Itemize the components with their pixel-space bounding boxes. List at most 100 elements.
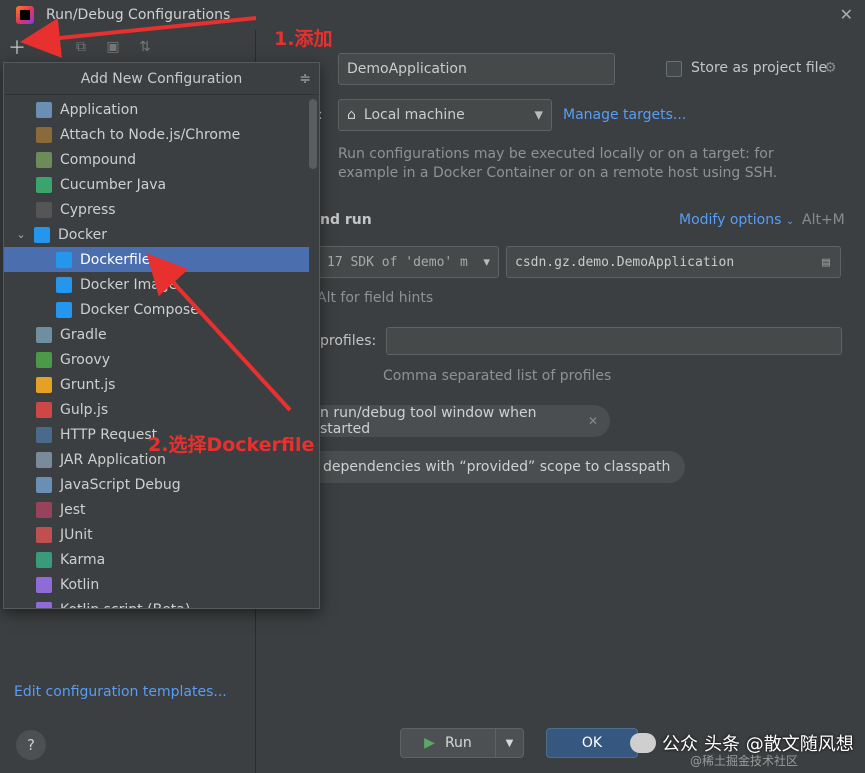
config-type-gradle[interactable]: Gradle <box>4 322 309 347</box>
sidebar-toolbar: ＋ — ⧉ ▣ ⇅ <box>6 36 156 59</box>
groovy-icon <box>36 351 52 368</box>
config-type-label: Gradle <box>60 326 107 343</box>
junit-icon <box>36 526 52 543</box>
nodejs-attach-icon <box>36 126 52 143</box>
home-icon: ⌂ <box>347 107 356 123</box>
config-type-compound[interactable]: Compound <box>4 147 309 172</box>
active-profiles-input[interactable] <box>386 327 842 355</box>
http-request-icon <box>36 426 52 443</box>
jdk-dropdown[interactable]: 17 SDK of 'demo' m ▼ <box>318 246 499 278</box>
config-type-application[interactable]: Application <box>4 97 309 122</box>
popup-header: Add New Configuration ≑ <box>4 63 319 95</box>
javascript-debug-icon <box>36 476 52 493</box>
config-type-attach-to-node-js-chrome[interactable]: Attach to Node.js/Chrome <box>4 122 309 147</box>
run-button[interactable]: ▶ Run <box>400 728 496 758</box>
cypress-icon <box>36 201 52 218</box>
config-type-label: Dockerfile <box>80 251 151 268</box>
config-type-cypress[interactable]: Cypress <box>4 197 309 222</box>
remove-configuration-button[interactable]: — <box>38 36 60 58</box>
store-as-project-label: Store as project file <box>691 60 828 76</box>
config-type-label: Docker <box>58 226 108 243</box>
modify-options-link[interactable]: Modify options ⌄ <box>679 212 794 228</box>
add-configuration-button[interactable]: ＋ <box>6 36 28 59</box>
store-as-project-checkbox[interactable] <box>666 61 682 77</box>
modify-options-shortcut: Alt+M <box>802 212 845 228</box>
config-type-label: Cypress <box>60 201 116 218</box>
run-on-dropdown[interactable]: ⌂ Local machine ▼ <box>338 99 552 131</box>
browse-icon[interactable]: ▤ <box>822 255 830 270</box>
config-type-label: JUnit <box>60 526 93 543</box>
config-type-docker-compose[interactable]: Docker Compose <box>4 297 309 322</box>
config-type-groovy[interactable]: Groovy <box>4 347 309 372</box>
jar-icon <box>36 451 52 468</box>
config-type-docker[interactable]: ⌄ Docker <box>4 222 309 247</box>
config-type-javascript-debug[interactable]: JavaScript Debug <box>4 472 309 497</box>
intellij-logo-icon <box>16 6 34 24</box>
config-type-label: Jest <box>60 501 86 518</box>
run-on-value: Local machine <box>363 107 465 123</box>
active-profiles-label: profiles: <box>320 333 377 349</box>
config-type-label: JavaScript Debug <box>60 476 181 493</box>
config-type-label: Groovy <box>60 351 110 368</box>
config-type-karma[interactable]: Karma <box>4 547 309 572</box>
profiles-hint: Comma separated list of profiles <box>383 368 612 384</box>
config-type-kotlin[interactable]: Kotlin <box>4 572 309 597</box>
config-type-jest[interactable]: Jest <box>4 497 309 522</box>
config-type-gulp-js[interactable]: Gulp.js <box>4 397 309 422</box>
name-field-value: DemoApplication <box>347 61 467 77</box>
config-type-label: Gulp.js <box>60 401 109 418</box>
configuration-type-list: Application Attach to Node.js/Chrome Compo… <box>4 97 309 608</box>
main-class-value: csdn.gz.demo.DemoApplication <box>515 254 735 270</box>
field-hints-text: Alt for field hints <box>317 290 434 306</box>
chevron-down-icon[interactable]: ⌄ <box>14 228 28 241</box>
config-type-label: Grunt.js <box>60 376 116 393</box>
docker-icon <box>56 276 72 293</box>
annotation-step-2: 2.选择Dockerfile <box>148 434 315 456</box>
run-options-dropdown[interactable]: ▼ <box>496 728 524 758</box>
karma-icon <box>36 551 52 568</box>
manage-targets-link[interactable]: Manage targets... <box>563 107 686 123</box>
grunt-icon <box>36 376 52 393</box>
close-icon[interactable]: ✕ <box>840 5 853 24</box>
popup-title: Add New Configuration <box>80 70 243 87</box>
name-field[interactable]: DemoApplication <box>338 53 615 85</box>
config-type-junit[interactable]: JUnit <box>4 522 309 547</box>
chevron-down-icon: ⌄ <box>785 216 795 227</box>
application-icon <box>36 101 52 118</box>
config-type-kotlin-script-beta[interactable]: Kotlin script (Beta) <box>4 597 309 608</box>
config-type-label: Docker Image <box>80 276 178 293</box>
config-type-label: Kotlin <box>60 576 100 593</box>
gear-icon[interactable]: ⚙ <box>824 60 837 76</box>
sort-icon[interactable]: ⇅ <box>134 36 156 58</box>
config-type-cucumber-java[interactable]: Cucumber Java <box>4 172 309 197</box>
docker-icon <box>56 251 72 268</box>
config-type-docker-image[interactable]: Docker Image <box>4 272 309 297</box>
popup-scrollbar[interactable] <box>309 99 317 169</box>
run-target-hint: Run configurations may be executed local… <box>338 146 778 181</box>
config-type-label: Attach to Node.js/Chrome <box>60 126 241 143</box>
docker-icon <box>56 301 72 318</box>
chevron-down-icon: ▼ <box>483 255 490 269</box>
main-class-field[interactable]: csdn.gz.demo.DemoApplication ▤ <box>506 246 841 278</box>
chevron-down-icon: ▼ <box>505 737 514 749</box>
option-chip-open-tool-window[interactable]: n run/debug tool window when started ✕ <box>300 405 610 437</box>
cucumber-icon <box>36 176 52 193</box>
ok-button[interactable]: OK <box>546 728 638 758</box>
new-folder-icon[interactable]: ▣ <box>102 36 124 58</box>
build-and-run-heading: nd run <box>320 212 372 228</box>
edit-templates-link[interactable]: Edit configuration templates... <box>14 684 227 700</box>
config-type-label: Karma <box>60 551 106 568</box>
collapse-all-icon[interactable]: ≑ <box>299 71 311 87</box>
wechat-icon <box>630 733 656 753</box>
watermark-sub: @稀土掘金技术社区 <box>690 754 799 768</box>
option-chip-provided-scope[interactable]: dependencies with “provided” scope to cl… <box>300 451 685 483</box>
config-type-label: Docker Compose <box>80 301 199 318</box>
copy-configuration-icon[interactable]: ⧉ <box>70 36 92 58</box>
help-button[interactable]: ? <box>16 730 46 760</box>
annotation-step-1: 1.添加 <box>274 28 333 50</box>
config-type-grunt-js[interactable]: Grunt.js <box>4 372 309 397</box>
remove-option-icon[interactable]: ✕ <box>588 414 598 428</box>
config-type-dockerfile[interactable]: Dockerfile <box>4 247 309 272</box>
chevron-down-icon: ▼ <box>534 108 543 122</box>
config-type-label: Cucumber Java <box>60 176 167 193</box>
